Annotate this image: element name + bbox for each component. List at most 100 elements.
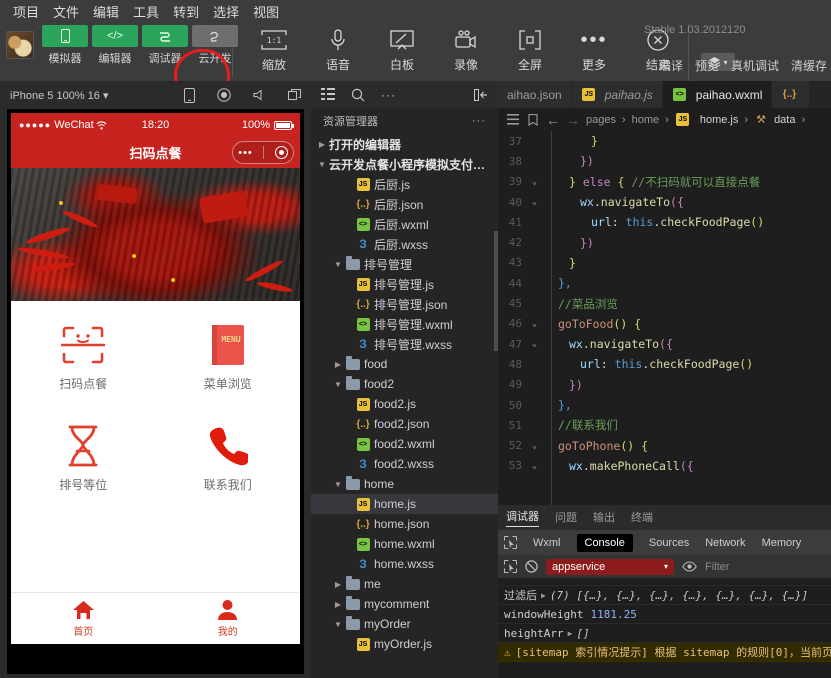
sublink-compile[interactable]: 编译: [659, 57, 683, 74]
tree-item[interactable]: ▶ me: [311, 574, 498, 594]
menu-item-edit[interactable]: 编辑: [86, 0, 126, 23]
menu-item-project[interactable]: 项目: [6, 0, 46, 23]
chevron-right-icon[interactable]: ▶: [331, 600, 345, 609]
bookmark-icon[interactable]: [526, 113, 540, 126]
back-arrow-icon[interactable]: ←: [546, 112, 560, 128]
tree-item[interactable]: З 排号管理.wxss: [311, 334, 498, 354]
window-icon[interactable]: [288, 89, 301, 101]
chevron-right-icon[interactable]: ▶: [331, 580, 345, 589]
debugger-tab[interactable]: 终端: [631, 509, 653, 527]
editor-tab[interactable]: {..}: [772, 81, 811, 108]
files-icon[interactable]: [321, 88, 335, 101]
grid-item-queue[interactable]: 排号等位: [11, 416, 156, 516]
tree-item[interactable]: ▶ food: [311, 354, 498, 374]
breadcrumb-homejs[interactable]: home.js: [700, 114, 739, 126]
menu-item-tools[interactable]: 工具: [126, 0, 166, 23]
outline-icon[interactable]: [506, 114, 520, 125]
eye-icon[interactable]: [682, 561, 697, 572]
devtools-tab[interactable]: Network: [705, 537, 745, 549]
tree-item[interactable]: З 后厨.wxss: [311, 234, 498, 254]
grid-item-scan-order[interactable]: 扫码点餐: [11, 315, 156, 415]
tree-item[interactable]: JS 排号管理.js: [311, 274, 498, 294]
console-filter-input[interactable]: Filter: [705, 561, 729, 573]
toolbar-record-button[interactable]: 录像: [434, 25, 498, 73]
toolbar-debugger-button[interactable]: 调试器: [142, 25, 188, 66]
tree-item[interactable]: JS 后厨.js: [311, 174, 498, 194]
menu-item-view[interactable]: 视图: [246, 0, 286, 23]
devtools-tab[interactable]: Sources: [649, 537, 689, 549]
devtools-tab[interactable]: Console: [576, 533, 633, 552]
sublink-clear-cache[interactable]: 清缓存: [791, 57, 827, 74]
editor-tab[interactable]: aihao.json: [498, 81, 572, 108]
tree-item[interactable]: ▶ mycomment: [311, 594, 498, 614]
editor-tab[interactable]: <> paihao.wxml: [662, 81, 773, 108]
tabbar-item-mine[interactable]: 我的: [156, 593, 301, 644]
toolbar-simulator-button[interactable]: 模拟器: [42, 25, 88, 66]
chevron-down-icon[interactable]: ▼: [331, 260, 345, 269]
tree-item[interactable]: <> food2.wxml: [311, 434, 498, 454]
console-context-select[interactable]: appservice ▾: [546, 558, 674, 575]
inspect-icon[interactable]: [504, 560, 517, 573]
devtools-tab[interactable]: Wxml: [533, 537, 561, 549]
tree-item[interactable]: <> 排号管理.wxml: [311, 314, 498, 334]
menu-item-file[interactable]: 文件: [46, 0, 86, 23]
capsule-button[interactable]: •••: [232, 141, 294, 164]
expand-triangle-icon[interactable]: ▶: [541, 591, 546, 600]
toolbar-zoom-button[interactable]: 1:1 缩放: [242, 25, 306, 73]
record-icon[interactable]: [217, 88, 231, 102]
tree-item[interactable]: ▼ home: [311, 474, 498, 494]
console-output[interactable]: 90330990-031/-1120-30JL-3234001400I0 } 过滤…: [498, 578, 831, 678]
chevron-right-icon[interactable]: ▶: [331, 360, 345, 369]
debugger-tab[interactable]: 问题: [555, 509, 577, 527]
menu-item-select[interactable]: 选择: [206, 0, 246, 23]
grid-item-menu-browse[interactable]: MENU 菜单浏览: [156, 315, 301, 415]
tree-item[interactable]: ▼ 排号管理: [311, 254, 498, 274]
tree-item[interactable]: Зfood2.wxss: [311, 454, 498, 474]
fold-toggle-icon[interactable]: ⌄: [528, 461, 541, 471]
editor-tab[interactable]: JS paihao.js: [571, 81, 663, 108]
collapse-all-icon[interactable]: [474, 88, 488, 101]
breadcrumb-home[interactable]: home: [632, 114, 660, 126]
tree-item[interactable]: <> 后厨.wxml: [311, 214, 498, 234]
tree-item[interactable]: JS myOrder.js: [311, 634, 498, 654]
sublink-real-device-debug[interactable]: 真机调试: [731, 57, 779, 74]
clear-console-icon[interactable]: [525, 560, 538, 573]
ellipsis-icon[interactable]: ···: [381, 88, 396, 102]
expand-triangle-icon[interactable]: ▶: [568, 629, 573, 638]
tree-item[interactable]: JS food2.js: [311, 394, 498, 414]
device-selector[interactable]: iPhone 5 100% 16 ▾: [10, 89, 109, 102]
menu-item-goto[interactable]: 转到: [166, 0, 206, 23]
toolbar-fullscreen-button[interactable]: 全屏: [498, 25, 562, 73]
breadcrumb-data[interactable]: data: [774, 114, 795, 126]
breadcrumb-pages[interactable]: pages: [586, 114, 616, 126]
chevron-down-icon[interactable]: ▼: [331, 620, 345, 629]
explorer-more-icon[interactable]: ···: [472, 115, 486, 127]
inspect-icon[interactable]: [504, 536, 517, 549]
tree-item[interactable]: {..} food2.json: [311, 414, 498, 434]
fold-toggle-icon[interactable]: ⌄: [528, 339, 541, 349]
debugger-tab[interactable]: 调试器: [506, 508, 539, 527]
tabbar-item-home[interactable]: 首页: [11, 593, 156, 644]
rotate-icon[interactable]: [184, 87, 195, 103]
tree-item[interactable]: ▼ food2: [311, 374, 498, 394]
explorer-section-open-editors[interactable]: ▶ 打开的编辑器: [311, 134, 498, 154]
tree-item[interactable]: {..} 后厨.json: [311, 194, 498, 214]
debugger-tab[interactable]: 输出: [593, 509, 615, 527]
explorer-section-project[interactable]: ▼ 云开发点餐小程序模拟支付版2021...: [311, 154, 498, 174]
sublink-preview[interactable]: 预览: [695, 57, 719, 74]
tree-item[interactable]: {..} 排号管理.json: [311, 294, 498, 314]
toolbar-editor-button[interactable]: </> 编辑器: [92, 25, 138, 66]
tree-item[interactable]: {..} home.json: [311, 514, 498, 534]
fold-toggle-icon[interactable]: ⌄: [528, 177, 541, 187]
toolbar-voice-button[interactable]: 语音: [306, 25, 370, 73]
chevron-down-icon[interactable]: ▼: [331, 480, 345, 489]
grid-item-contact[interactable]: 联系我们: [156, 416, 301, 516]
toolbar-whiteboard-button[interactable]: 白板: [370, 25, 434, 73]
fold-toggle-icon[interactable]: ⌄: [528, 197, 541, 207]
fold-toggle-icon[interactable]: ⌄: [528, 319, 541, 329]
devtools-tab[interactable]: Memory: [762, 537, 802, 549]
toolbar-more-button[interactable]: ••• 更多: [562, 25, 626, 73]
tree-item[interactable]: Зhome.wxss: [311, 554, 498, 574]
tree-item[interactable]: ▼ myOrder: [311, 614, 498, 634]
search-icon[interactable]: [351, 88, 365, 102]
